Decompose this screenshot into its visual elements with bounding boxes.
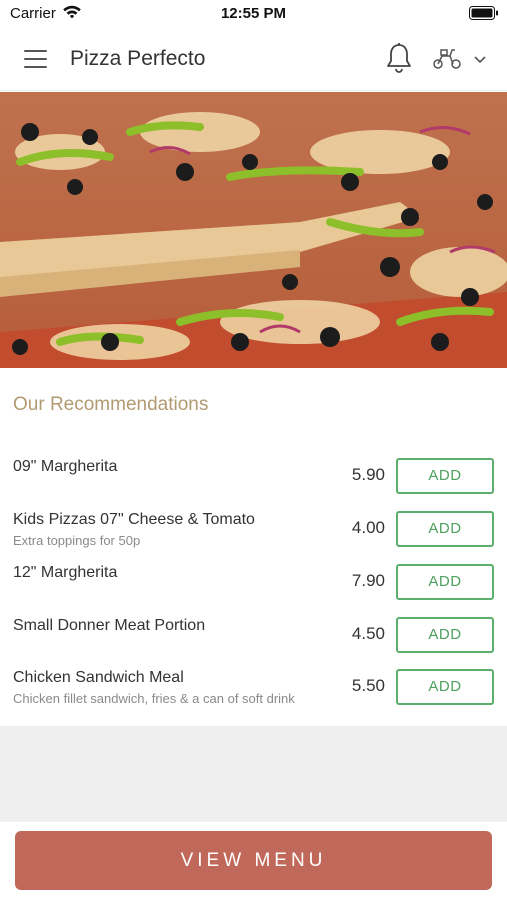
pizza-photo xyxy=(0,92,507,368)
item-price: 5.50 xyxy=(351,676,385,695)
item-name: Kids Pizzas 07" Cheese & Tomato xyxy=(13,511,255,528)
list-item: Chicken Sandwich Meal Chicken fillet san… xyxy=(0,669,507,719)
list-item: Small Donner Meat Portion 4.50 ADD xyxy=(0,617,507,667)
recommendations-section: Our Recommendations 09" Margherita 5.90 … xyxy=(0,368,507,726)
hero-pizza-image xyxy=(0,92,507,368)
scooter-icon[interactable] xyxy=(432,45,462,71)
app-header: Pizza Perfecto xyxy=(0,28,507,91)
item-price: 7.90 xyxy=(351,571,385,590)
app-title: Pizza Perfecto xyxy=(70,47,206,70)
add-button[interactable]: ADD xyxy=(396,511,494,547)
battery-icon xyxy=(469,6,498,20)
empty-content-area xyxy=(0,726,507,822)
menu-icon[interactable] xyxy=(24,50,47,68)
item-name: 12" Margherita xyxy=(13,564,118,581)
add-button[interactable]: ADD xyxy=(396,564,494,600)
status-time: 12:55 PM xyxy=(220,5,287,22)
recommendations-title: Our Recommendations xyxy=(13,394,209,415)
view-menu-button[interactable]: VIEW MENU xyxy=(15,831,492,890)
item-name: Small Donner Meat Portion xyxy=(13,617,206,634)
chevron-down-icon[interactable] xyxy=(472,53,488,65)
item-name: 09" Margherita xyxy=(13,458,118,475)
item-price: 5.90 xyxy=(351,465,385,484)
item-price: 4.50 xyxy=(351,624,385,643)
add-button[interactable]: ADD xyxy=(396,458,494,494)
bell-icon[interactable] xyxy=(385,42,413,74)
item-price: 4.00 xyxy=(351,518,385,537)
add-button[interactable]: ADD xyxy=(396,669,494,705)
item-description: Chicken fillet sandwich, fries & a can o… xyxy=(13,691,295,706)
item-description: Extra toppings for 50p xyxy=(13,533,141,548)
item-name: Chicken Sandwich Meal xyxy=(13,669,184,686)
list-item: Kids Pizzas 07" Cheese & Tomato Extra to… xyxy=(0,511,507,561)
list-item: 09" Margherita 5.90 ADD xyxy=(0,458,507,508)
status-bar: Carrier 12:55 PM xyxy=(0,0,507,26)
list-item: 12" Margherita 7.90 ADD xyxy=(0,564,507,614)
footer: VIEW MENU xyxy=(0,822,507,900)
add-button[interactable]: ADD xyxy=(396,617,494,653)
